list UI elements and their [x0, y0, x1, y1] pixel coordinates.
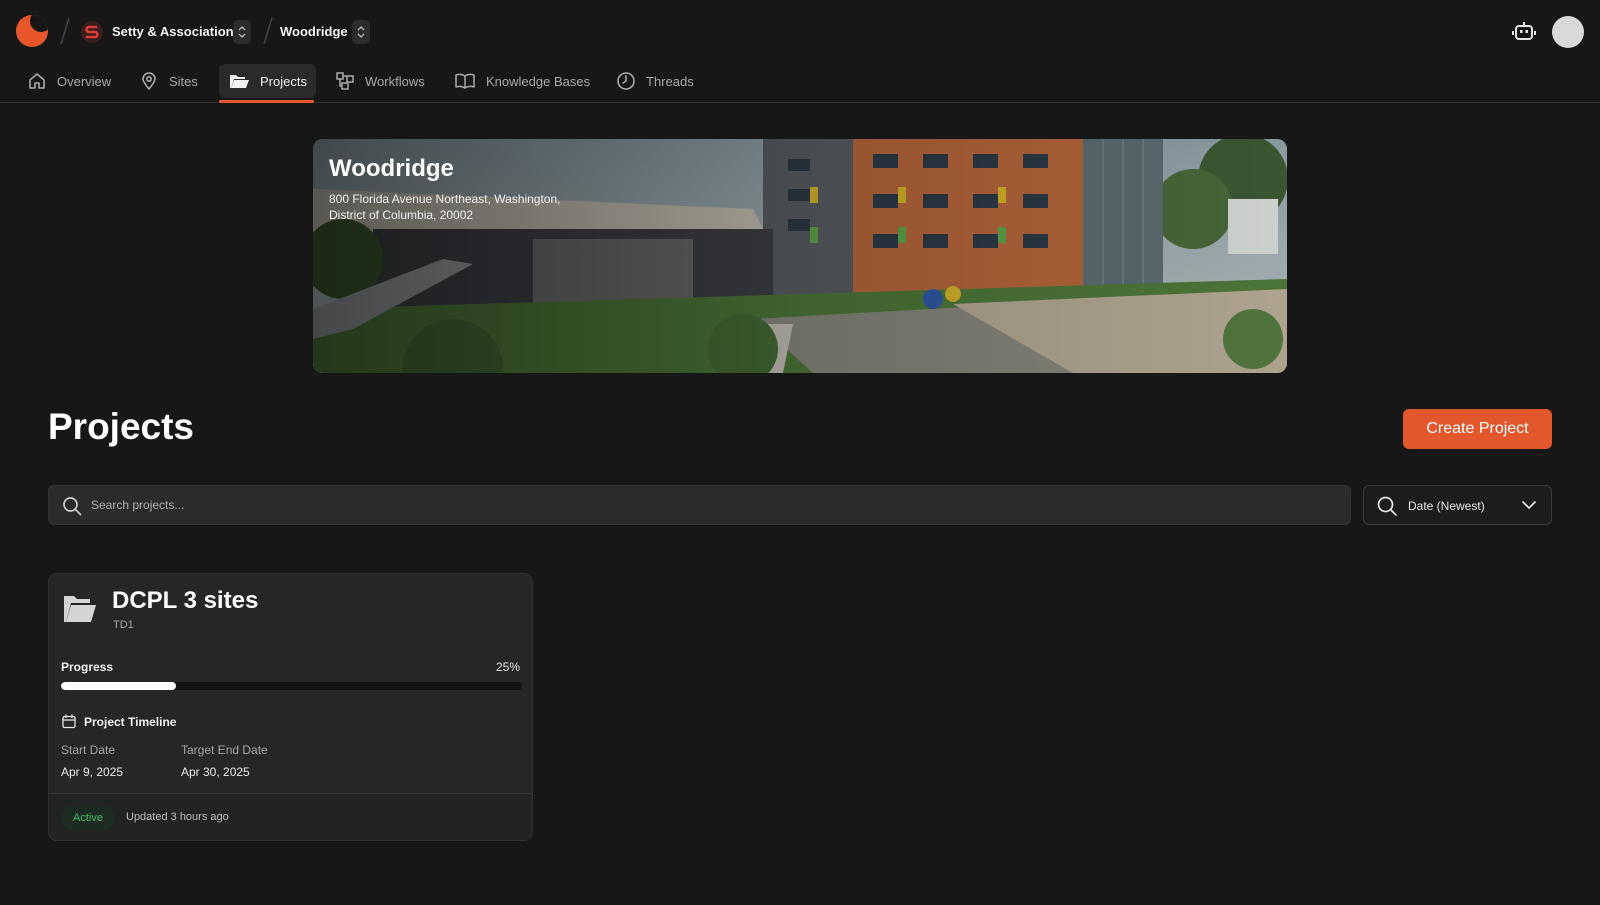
org-logo-icon	[81, 21, 103, 43]
site-switcher-chevrons-icon[interactable]	[352, 20, 370, 44]
search-icon	[63, 497, 82, 516]
chevron-down-icon	[1522, 501, 1536, 510]
assistant-bot-icon[interactable]	[1511, 20, 1537, 44]
clock-icon	[617, 72, 635, 90]
active-tab-indicator	[219, 100, 314, 103]
tab-overview[interactable]: Overview	[18, 64, 120, 98]
end-date-value: Apr 30, 2025	[181, 765, 250, 779]
workflow-icon	[336, 72, 354, 90]
project-timeline-label: Project Timeline	[84, 715, 177, 729]
app-logo[interactable]	[16, 15, 48, 47]
create-project-button[interactable]: Create Project	[1403, 409, 1552, 449]
folder-open-icon	[64, 596, 96, 622]
tab-knowledge-bases-label: Knowledge Bases	[486, 73, 591, 89]
sort-selected-value: Date (Newest)	[1408, 499, 1485, 513]
tab-workflows[interactable]: Workflows	[326, 64, 434, 98]
breadcrumb-separator	[60, 17, 70, 45]
project-code: TD1	[113, 619, 134, 631]
map-pin-icon	[142, 72, 156, 91]
user-avatar[interactable]	[1552, 16, 1584, 48]
tab-knowledge-bases[interactable]: Knowledge Bases	[445, 64, 599, 98]
book-open-icon	[455, 73, 475, 89]
progress-bar	[61, 682, 522, 690]
tab-projects-label: Projects	[260, 73, 307, 89]
tab-sites-label: Sites	[169, 73, 198, 89]
status-badge: Active	[61, 806, 115, 830]
sort-dropdown[interactable]: Date (Newest)	[1363, 485, 1552, 525]
site-banner: Woodridge 800 Florida Avenue Northeast, …	[313, 139, 1287, 373]
tab-overview-label: Overview	[57, 73, 112, 89]
search-icon	[1377, 496, 1397, 516]
org-switcher-chevrons-icon[interactable]	[233, 20, 251, 44]
main-nav: Overview Sites Projects Workflows Knowle…	[0, 60, 1600, 103]
top-bar: Setty & Association Woodridge	[0, 0, 1600, 60]
tab-sites[interactable]: Sites	[130, 64, 207, 98]
tab-workflows-label: Workflows	[365, 73, 425, 89]
tab-threads[interactable]: Threads	[607, 64, 703, 98]
progress-label: Progress	[61, 660, 114, 674]
folder-open-icon	[230, 75, 249, 88]
progress-percent: 25%	[495, 660, 520, 674]
tab-threads-label: Threads	[646, 73, 694, 89]
card-footer: Active Updated 3 hours ago	[49, 793, 532, 840]
home-icon	[29, 73, 45, 89]
project-card[interactable]: DCPL 3 sites TD1 Progress 25% Project Ti…	[48, 573, 533, 841]
banner-title: Woodridge	[329, 155, 454, 182]
tab-projects[interactable]: Projects	[219, 64, 316, 98]
banner-address: 800 Florida Avenue Northeast, Washington…	[329, 192, 561, 222]
updated-timestamp: Updated 3 hours ago	[126, 811, 229, 823]
search-box[interactable]	[48, 485, 1351, 525]
calendar-icon	[62, 714, 76, 729]
end-date-label: Target End Date	[181, 743, 268, 757]
org-name[interactable]: Setty & Association	[112, 24, 234, 39]
site-name[interactable]: Woodridge	[280, 24, 348, 39]
search-input[interactable]	[91, 486, 1331, 524]
site-photo	[313, 139, 1287, 373]
breadcrumb-separator	[263, 17, 273, 45]
page-title: Projects	[48, 406, 195, 447]
progress-bar-fill	[61, 682, 177, 690]
start-date-value: Apr 9, 2025	[61, 765, 124, 779]
start-date-label: Start Date	[61, 743, 116, 757]
project-name[interactable]: DCPL 3 sites	[112, 587, 258, 615]
